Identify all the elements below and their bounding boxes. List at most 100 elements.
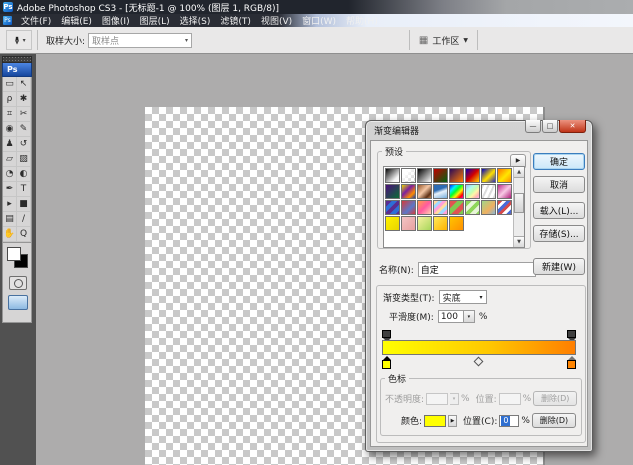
- quick-mask-button[interactable]: [9, 276, 27, 290]
- position-c-input[interactable]: 0: [499, 415, 519, 427]
- gradient-preset-swatch[interactable]: [433, 184, 448, 199]
- menu-file[interactable]: 文件(F): [16, 14, 56, 27]
- gradient-preset-swatch[interactable]: [401, 216, 416, 231]
- minimize-button[interactable]: —: [525, 120, 541, 133]
- opacity-label: 不透明度:: [385, 392, 424, 405]
- delete-color-button[interactable]: 删除(D): [532, 413, 576, 428]
- gradient-preset-swatch[interactable]: [481, 168, 496, 183]
- gradient-preset-swatch[interactable]: [401, 184, 416, 199]
- tool-shape[interactable]: ■: [17, 197, 31, 212]
- document-icon[interactable]: Ps: [3, 16, 12, 25]
- gradient-preset-swatch[interactable]: [497, 200, 512, 215]
- smoothness-spinner[interactable]: ▾: [464, 310, 475, 323]
- scrollbar-thumb[interactable]: [514, 193, 524, 213]
- gradient-preset-swatch[interactable]: [465, 168, 480, 183]
- gradient-preset-swatch[interactable]: [385, 200, 400, 215]
- close-button[interactable]: ✕: [559, 120, 586, 133]
- tool-notes[interactable]: ▤: [3, 212, 17, 227]
- toolbox-grip[interactable]: [2, 56, 32, 63]
- tool-move[interactable]: ↖: [17, 77, 31, 92]
- chevron-down-icon: ▾: [185, 37, 188, 44]
- menu-image[interactable]: 图像(I): [97, 14, 135, 27]
- gradient-type-dropdown[interactable]: 实底 ▾: [439, 290, 487, 304]
- tool-zoom[interactable]: Q: [17, 227, 31, 242]
- gradient-preset-swatch[interactable]: [385, 184, 400, 199]
- tool-eyedropper[interactable]: ∕: [17, 212, 31, 227]
- gradient-preset-swatch[interactable]: [497, 168, 512, 183]
- smoothness-input[interactable]: 100: [438, 310, 464, 323]
- gradient-preset-swatch[interactable]: [465, 184, 480, 199]
- gradient-midpoint-marker[interactable]: [474, 357, 484, 367]
- gradient-preset-swatch[interactable]: [417, 184, 432, 199]
- workspace-button[interactable]: 工作区: [432, 34, 459, 47]
- tool-dodge[interactable]: ◐: [17, 167, 31, 182]
- dialog-titlebar[interactable]: 渐变编辑器 — □ ✕: [366, 121, 592, 140]
- color-stop-start[interactable]: [382, 356, 391, 369]
- gradient-preset-swatch[interactable]: [385, 216, 400, 231]
- menu-filter[interactable]: 滤镜(T): [215, 14, 256, 27]
- tool-blur[interactable]: ◔: [3, 167, 17, 182]
- load-button[interactable]: 载入(L)...: [533, 202, 585, 219]
- save-button[interactable]: 存储(S)...: [533, 225, 585, 242]
- gradient-preset-swatch[interactable]: [497, 184, 512, 199]
- gradient-preset-swatch[interactable]: [449, 168, 464, 183]
- menu-edit[interactable]: 编辑(E): [56, 14, 97, 27]
- tool-hand[interactable]: ✋: [3, 227, 17, 242]
- scroll-up-icon[interactable]: ▲: [514, 167, 524, 178]
- scroll-down-icon[interactable]: ▼: [514, 236, 524, 247]
- new-button[interactable]: 新建(W): [533, 258, 585, 275]
- tool-crop[interactable]: ⌗: [3, 107, 17, 122]
- tool-magic-wand[interactable]: ✱: [17, 92, 31, 107]
- cancel-button[interactable]: 取消: [533, 176, 585, 193]
- tool-pen[interactable]: ✒: [3, 182, 17, 197]
- tool-type[interactable]: T: [17, 182, 31, 197]
- tool-eraser[interactable]: ▱: [3, 152, 17, 167]
- tool-spot-healing-brush[interactable]: ◉: [3, 122, 17, 137]
- gradient-preset-swatch[interactable]: [417, 216, 432, 231]
- gradient-preset-swatch[interactable]: [417, 200, 432, 215]
- maximize-button[interactable]: □: [542, 120, 558, 133]
- tool-gradient[interactable]: ▨: [17, 152, 31, 167]
- tool-lasso[interactable]: ρ: [3, 92, 17, 107]
- gradient-preset-swatch[interactable]: [449, 200, 464, 215]
- chevron-down-icon: ▾: [480, 294, 483, 301]
- percent-sign: %: [521, 416, 530, 426]
- sample-size-dropdown[interactable]: 取样点 ▾: [88, 33, 192, 48]
- gradient-preset-swatch[interactable]: [401, 200, 416, 215]
- tool-brush[interactable]: ✎: [17, 122, 31, 137]
- gradient-preset-swatch[interactable]: [417, 168, 432, 183]
- stop-color-swatch[interactable]: [424, 415, 446, 427]
- gradient-preview-bar[interactable]: [382, 340, 576, 355]
- gradient-preset-swatch[interactable]: [449, 216, 464, 231]
- gradient-preset-swatch[interactable]: [385, 168, 400, 183]
- gradient-preset-swatch[interactable]: [449, 184, 464, 199]
- toolbox-ps-header[interactable]: Ps: [2, 63, 32, 77]
- gradient-preset-swatch[interactable]: [481, 184, 496, 199]
- tool-rectangular-marquee[interactable]: ▭: [3, 77, 17, 92]
- ok-button[interactable]: 确定: [533, 153, 585, 170]
- gradient-preset-swatch[interactable]: [465, 200, 480, 215]
- menu-layer[interactable]: 图层(L): [135, 14, 175, 27]
- menu-select[interactable]: 选择(S): [175, 14, 216, 27]
- menu-help[interactable]: 帮助(H): [341, 14, 383, 27]
- eyedropper-tool-preview[interactable]: ✒ ▾: [6, 30, 32, 50]
- name-input[interactable]: [418, 262, 536, 277]
- gradient-settings-group: 渐变类型(T): 实底 ▾ 平滑度(M): 100 ▾ %: [376, 285, 586, 443]
- tool-clone-stamp[interactable]: ♟: [3, 137, 17, 152]
- tool-slice[interactable]: ✂: [17, 107, 31, 122]
- color-flyout-button[interactable]: ▶: [448, 415, 457, 427]
- color-stop-end[interactable]: [567, 356, 576, 369]
- presets-scrollbar[interactable]: ▲ ▼: [513, 167, 524, 247]
- gradient-preset-swatch[interactable]: [433, 216, 448, 231]
- screen-mode-button[interactable]: [8, 295, 28, 310]
- menu-view[interactable]: 视图(V): [256, 14, 297, 27]
- gradient-preset-swatch[interactable]: [433, 168, 448, 183]
- menu-window[interactable]: 窗口(W): [297, 14, 341, 27]
- foreground-color-swatch[interactable]: [7, 247, 21, 261]
- tool-history-brush[interactable]: ↺: [17, 137, 31, 152]
- gradient-preset-swatch[interactable]: [401, 168, 416, 183]
- gradient-preset-swatch[interactable]: [481, 200, 496, 215]
- separator: [409, 30, 410, 50]
- tool-path-selection[interactable]: ▸: [3, 197, 17, 212]
- gradient-preset-swatch[interactable]: [433, 200, 448, 215]
